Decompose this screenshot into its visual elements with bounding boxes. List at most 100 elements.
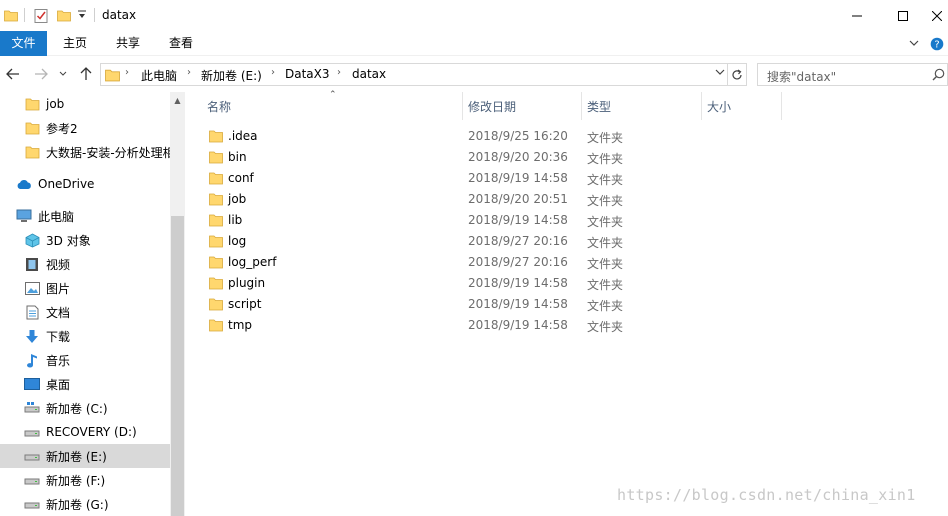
breadcrumb-drive-e[interactable]: 新加卷 (E:) xyxy=(201,67,262,84)
computer-icon xyxy=(16,208,32,224)
nav-item-drive-c[interactable]: 新加卷 (C:) xyxy=(0,396,170,420)
file-name: script xyxy=(228,297,262,311)
nav-scrollbar[interactable]: ▲ xyxy=(170,92,185,516)
file-row[interactable]: bin 2018/9/20 20:36 文件夹 xyxy=(186,147,948,168)
nav-item-music[interactable]: 音乐 xyxy=(0,348,170,372)
document-icon xyxy=(24,304,40,320)
nav-item-label: job xyxy=(46,97,65,111)
nav-item-label: 新加卷 (G:) xyxy=(46,497,109,512)
folder-icon xyxy=(209,234,223,251)
file-type: 文件夹 xyxy=(587,215,624,229)
file-row[interactable]: plugin 2018/9/19 14:58 文件夹 xyxy=(186,273,948,294)
chevron-right-icon[interactable]: › xyxy=(337,67,341,78)
nav-item-bigdata[interactable]: 大数据-安装-分析处理相 xyxy=(0,140,170,164)
breadcrumb-datax[interactable]: datax xyxy=(352,67,386,81)
title-bar: datax xyxy=(0,0,948,31)
address-dropdown-icon[interactable] xyxy=(715,68,725,79)
column-header-type[interactable]: 类型 xyxy=(587,92,611,120)
scrollbar-thumb[interactable] xyxy=(171,216,184,516)
cube-icon xyxy=(24,232,40,248)
folder-icon xyxy=(209,276,223,293)
new-folder-icon[interactable] xyxy=(57,8,71,25)
sort-ascending-icon: ⌃ xyxy=(329,90,337,100)
nav-item-videos[interactable]: 视频 xyxy=(0,252,170,276)
recent-locations-icon[interactable] xyxy=(56,64,70,84)
folder-icon xyxy=(209,192,223,209)
file-date: 2018/9/19 14:58 xyxy=(468,318,568,332)
file-row[interactable]: script 2018/9/19 14:58 文件夹 xyxy=(186,294,948,315)
chevron-right-icon[interactable]: › xyxy=(271,67,275,78)
breadcrumb-datax3[interactable]: DataX3 xyxy=(285,67,330,81)
nav-item-label: 此电脑 xyxy=(38,209,75,224)
svg-text:?: ? xyxy=(934,39,939,50)
minimize-button[interactable] xyxy=(834,0,880,31)
navigation-pane: job 参考2 大数据-安装-分析处理相 OneDrive 此电脑 3D 对象 … xyxy=(0,92,185,516)
chevron-right-icon[interactable]: › xyxy=(125,67,129,78)
up-button[interactable] xyxy=(76,64,96,84)
column-header-date[interactable]: 修改日期 xyxy=(468,92,516,120)
maximize-button[interactable] xyxy=(880,0,926,31)
close-button[interactable] xyxy=(926,0,948,31)
address-bar[interactable]: › 此电脑 › 新加卷 (E:) › DataX3 › datax xyxy=(100,63,728,86)
nav-item-drive-e[interactable]: 新加卷 (E:) xyxy=(0,444,170,468)
nav-item-label: 新加卷 (F:) xyxy=(46,473,106,488)
properties-icon[interactable] xyxy=(34,8,48,26)
nav-item-this-pc[interactable]: 此电脑 xyxy=(0,204,170,228)
tab-share[interactable]: 共享 xyxy=(108,31,148,56)
file-row[interactable]: log_perf 2018/9/27 20:16 文件夹 xyxy=(186,252,948,273)
back-button[interactable] xyxy=(3,64,23,84)
breadcrumb-this-pc[interactable]: 此电脑 xyxy=(141,67,177,84)
watermark: https://blog.csdn.net/china_xin1 xyxy=(617,486,916,504)
column-divider[interactable] xyxy=(581,92,582,120)
folder-icon xyxy=(209,129,223,146)
column-divider[interactable] xyxy=(462,92,463,120)
column-divider[interactable] xyxy=(781,92,782,120)
folder-icon xyxy=(209,213,223,230)
file-name: plugin xyxy=(228,276,266,290)
forward-button[interactable] xyxy=(31,64,51,84)
folder-icon xyxy=(24,144,40,160)
nav-item-downloads[interactable]: 下载 xyxy=(0,324,170,348)
file-name: lib xyxy=(228,213,243,227)
expand-ribbon-icon[interactable] xyxy=(906,31,922,56)
file-row[interactable]: lib 2018/9/19 14:58 文件夹 xyxy=(186,210,948,231)
file-row[interactable]: log 2018/9/27 20:16 文件夹 xyxy=(186,231,948,252)
file-date: 2018/9/19 14:58 xyxy=(468,297,568,311)
scroll-up-icon[interactable]: ▲ xyxy=(170,92,185,109)
nav-item-onedrive[interactable]: OneDrive xyxy=(0,172,170,196)
file-type: 文件夹 xyxy=(587,320,624,334)
file-list: ⌃ 名称 修改日期 类型 大小 .idea 2018/9/25 16:20 文件… xyxy=(186,90,948,516)
nav-item-drive-d[interactable]: RECOVERY (D:) xyxy=(0,420,170,444)
nav-item-drive-g[interactable]: 新加卷 (G:) xyxy=(0,492,170,516)
nav-item-documents[interactable]: 文档 xyxy=(0,300,170,324)
column-header-name[interactable]: 名称 xyxy=(207,92,231,120)
chevron-right-icon[interactable]: › xyxy=(187,67,191,78)
column-header-size[interactable]: 大小 xyxy=(707,92,731,120)
column-divider[interactable] xyxy=(701,92,702,120)
folder-icon xyxy=(24,96,40,112)
nav-item-desktop[interactable]: 桌面 xyxy=(0,372,170,396)
file-row[interactable]: tmp 2018/9/19 14:58 文件夹 xyxy=(186,315,948,336)
nav-item-3d-objects[interactable]: 3D 对象 xyxy=(0,228,170,252)
music-icon xyxy=(24,352,40,368)
nav-item-drive-f[interactable]: 新加卷 (F:) xyxy=(0,468,170,492)
tab-file[interactable]: 文件 xyxy=(0,31,47,56)
nav-item-pictures[interactable]: 图片 xyxy=(0,276,170,300)
search-icon[interactable] xyxy=(932,68,945,84)
folder-icon xyxy=(209,255,223,272)
customize-toolbar-icon[interactable] xyxy=(77,9,87,24)
tab-view[interactable]: 查看 xyxy=(161,31,201,56)
nav-item-job[interactable]: job xyxy=(0,92,170,116)
window-title: datax xyxy=(102,8,137,22)
nav-item-reference2[interactable]: 参考2 xyxy=(0,116,170,140)
folder-icon[interactable] xyxy=(4,8,18,25)
folder-icon xyxy=(105,67,120,85)
file-date: 2018/9/19 14:58 xyxy=(468,276,568,290)
file-row[interactable]: conf 2018/9/19 14:58 文件夹 xyxy=(186,168,948,189)
search-input[interactable]: 搜索"datax" xyxy=(757,63,948,86)
tab-home[interactable]: 主页 xyxy=(55,31,95,56)
refresh-button[interactable] xyxy=(728,63,747,86)
file-row[interactable]: .idea 2018/9/25 16:20 文件夹 xyxy=(186,126,948,147)
file-row[interactable]: job 2018/9/20 20:51 文件夹 xyxy=(186,189,948,210)
help-icon[interactable]: ? xyxy=(928,31,946,56)
